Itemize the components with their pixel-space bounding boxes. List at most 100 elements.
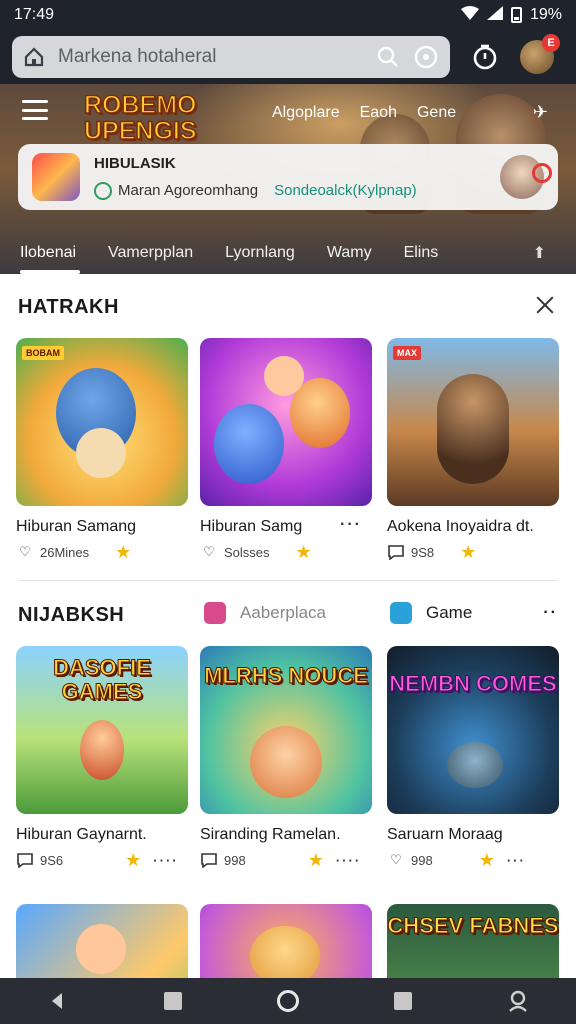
game-logo-art: MLRHS NOUCE <box>204 663 369 688</box>
notification-badge: E <box>542 34 560 52</box>
assistant-icon[interactable] <box>498 981 538 1021</box>
game-title: Hiburan Gaynarnt. <box>16 826 147 843</box>
more-options-icon[interactable]: ···· <box>336 853 361 868</box>
signal-icon <box>486 5 503 25</box>
filter-label: Aaberplaca <box>240 603 327 622</box>
game-title: Siranding Ramelan. <box>200 826 341 843</box>
section-title: HATRAKH <box>18 296 119 318</box>
game-card[interactable]: Hiburan Samg ♡ Solsses ★ ··· <box>200 338 372 562</box>
game-card[interactable] <box>16 904 188 978</box>
search-bar[interactable]: Markena hotaheral <box>12 36 450 78</box>
timer-icon[interactable] <box>470 42 500 72</box>
voice-icon[interactable] <box>412 43 440 71</box>
game-card[interactable]: MLRHS NOUCE Siranding Ramelan. 998 ★ ···… <box>200 646 372 870</box>
profile-search-icon[interactable] <box>500 155 552 199</box>
star-icon[interactable]: ★ <box>479 850 495 871</box>
hero-nav: Algoplare Eaoh Gene <box>272 104 456 122</box>
game-card[interactable]: CHSEV FABNES <box>387 904 559 978</box>
game-logo-art: CHSEV FABNES <box>387 913 559 938</box>
star-icon[interactable]: ★ <box>125 850 141 871</box>
game-icon <box>390 602 412 624</box>
game-thumbnail[interactable]: DASOFIE GAMES <box>16 646 188 814</box>
chat-icon[interactable] <box>200 852 218 868</box>
game-title: Hiburan Samang <box>16 518 137 535</box>
hero-nav-item[interactable]: Algoplare <box>272 104 340 122</box>
game-card[interactable]: DASOFIE GAMES Hiburan Gaynarnt. 9S6 ★ ··… <box>16 646 188 870</box>
battery-percent: 19% <box>529 6 562 23</box>
game-meta: 26Mines <box>40 544 90 560</box>
search-icon[interactable] <box>374 43 402 71</box>
game-thumbnail[interactable] <box>200 904 372 978</box>
game-thumbnail[interactable]: MAX <box>387 338 559 506</box>
game-title: Saruarn Moraag <box>387 826 503 843</box>
recents-icon[interactable] <box>153 981 193 1021</box>
more-options-icon[interactable]: ··· <box>507 853 526 868</box>
battery-icon <box>510 7 522 23</box>
chat-icon[interactable] <box>16 852 34 868</box>
more-options-icon[interactable]: ·· <box>543 604 558 622</box>
heart-icon[interactable]: ♡ <box>16 544 34 560</box>
game-thumbnail[interactable]: CHSEV FABNES <box>387 904 559 978</box>
tab-wamy[interactable]: Wamy <box>327 244 372 262</box>
wifi-icon <box>460 5 479 25</box>
hero-banner: ROBEMO UPENGIS Algoplare Eaoh Gene ✈ HIB… <box>0 84 576 274</box>
chat-icon[interactable] <box>387 544 405 560</box>
game-card[interactable]: MAX Aokena Inoyaidra dt. 9S8 ★ <box>387 338 559 562</box>
status-bar: 17:49 19% <box>0 0 576 30</box>
app-logo: ROBEMO UPENGIS <box>83 91 197 145</box>
filter-chip[interactable]: Game <box>390 602 472 624</box>
top-bar: Markena hotaheral E <box>0 30 576 84</box>
tab-elins[interactable]: Elins <box>404 244 439 262</box>
game-meta: Solsses <box>224 544 270 560</box>
tab-ilobenai[interactable]: Ilobenai <box>20 244 81 274</box>
game-card[interactable]: BOBAM Hiburan Samang ♡ 26Mines ★ <box>16 338 188 562</box>
menu-icon[interactable] <box>22 100 48 120</box>
category-tabs: Ilobenai Vamerpplan Lyornlang Wamy Elins… <box>0 232 576 274</box>
game-thumbnail[interactable] <box>200 338 372 506</box>
back-icon[interactable] <box>38 981 78 1021</box>
promo-link[interactable]: Sondeoalck(Kylpnap) <box>274 182 417 199</box>
game-meta: 9S6 <box>40 852 64 868</box>
star-icon[interactable]: ★ <box>308 850 324 871</box>
home-button-icon[interactable] <box>268 981 308 1021</box>
clock: 17:49 <box>14 6 55 23</box>
promo-title: HIBULASIK <box>94 154 176 172</box>
star-icon[interactable]: ★ <box>460 542 476 563</box>
game-title: Aokena Inoyaidra dt. <box>387 518 534 535</box>
pin-icon[interactable]: ⬆ <box>533 243 546 263</box>
plane-icon[interactable]: ✈ <box>533 102 548 123</box>
more-options-icon[interactable]: ···· <box>153 853 178 868</box>
avatar[interactable]: E <box>520 34 560 74</box>
game-logo-art: DASOFIE GAMES <box>53 655 152 704</box>
game-card[interactable] <box>200 904 372 978</box>
game-meta: 998 <box>411 852 433 868</box>
heart-icon[interactable]: ♡ <box>200 544 218 560</box>
hero-nav-item[interactable]: Gene <box>417 104 456 122</box>
game-meta: 9S8 <box>411 544 435 560</box>
filter-chip[interactable]: Aaberplaca <box>204 602 326 624</box>
game-meta: 998 <box>224 852 246 868</box>
apps-icon <box>204 602 226 624</box>
game-thumbnail[interactable]: MLRHS NOUCE <box>200 646 372 814</box>
star-icon[interactable]: ★ <box>296 542 312 563</box>
game-thumbnail[interactable] <box>16 904 188 978</box>
home-icon[interactable] <box>22 45 46 69</box>
system-nav-bar <box>0 978 576 1024</box>
thumbnail-tag: MAX <box>393 346 421 360</box>
promo-subtitle: Maran Agoreomhang <box>118 182 259 199</box>
heart-icon[interactable]: ♡ <box>387 852 405 868</box>
main-content: HATRAKH BOBAM Hiburan Samang ♡ 26Mines ★… <box>0 274 576 978</box>
game-thumbnail[interactable]: NEMBN COMES <box>387 646 559 814</box>
close-icon[interactable] <box>534 294 556 316</box>
promo-card[interactable]: HIBULASIK Maran Agoreomhang Sondeoalck(K… <box>18 144 558 210</box>
tab-lyornlang[interactable]: Lyornlang <box>225 244 295 262</box>
more-options-icon[interactable]: ··· <box>340 516 362 534</box>
hero-nav-item[interactable]: Eaoh <box>360 104 397 122</box>
search-input[interactable]: Markena hotaheral <box>58 46 364 68</box>
star-icon[interactable]: ★ <box>115 542 131 563</box>
tab-vamerpplan[interactable]: Vamerpplan <box>108 244 193 262</box>
game-card[interactable]: NEMBN COMES Saruarn Moraag ♡ 998 ★ ··· <box>387 646 559 870</box>
game-thumbnail[interactable]: BOBAM <box>16 338 188 506</box>
overview-icon[interactable] <box>383 981 423 1021</box>
section-title: NIJABKSH <box>18 604 125 626</box>
